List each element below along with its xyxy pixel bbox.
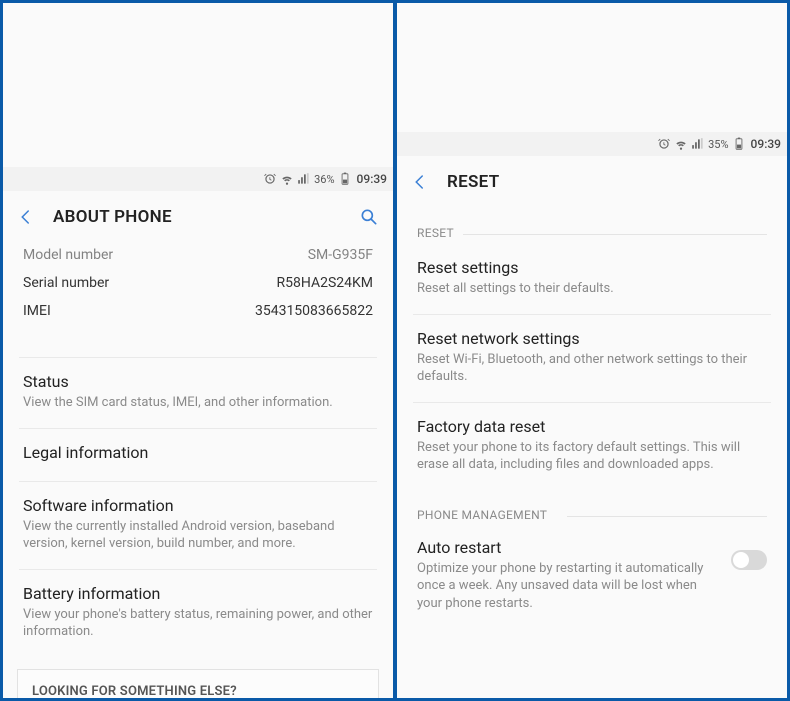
status-bar: 36% 09:39: [3, 167, 393, 191]
clock-time: 09:39: [751, 137, 781, 151]
item-auto-restart[interactable]: Auto restart Optimize your phone by rest…: [397, 526, 787, 629]
right-screen: risk 35% 09:39 RESET RESET Reset setting…: [397, 3, 787, 698]
page-title: ABOUT PHONE: [53, 207, 172, 227]
battery-icon: [732, 137, 746, 151]
alarm-icon: [263, 172, 277, 186]
item-factory-reset[interactable]: Factory data reset Reset your phone to i…: [397, 403, 787, 490]
info-row-serial: Serial number R58HA2S24KM: [3, 269, 393, 297]
signal-icon: [691, 137, 705, 151]
battery-percent: 35%: [708, 138, 728, 151]
info-row-model: Model number SM-G935F: [3, 241, 393, 269]
back-icon[interactable]: [411, 173, 429, 191]
search-icon[interactable]: [359, 207, 379, 227]
item-reset-network[interactable]: Reset network settings Reset Wi-Fi, Blue…: [397, 315, 787, 402]
item-battery[interactable]: Battery information View your phone's ba…: [3, 570, 393, 657]
battery-percent: 36%: [314, 173, 334, 186]
clock-time: 09:39: [357, 172, 387, 186]
section-phone-mgmt: PHONE MANAGEMENT: [397, 490, 787, 526]
item-legal[interactable]: Legal information: [3, 429, 393, 481]
wifi-icon: [674, 137, 688, 151]
auto-restart-toggle[interactable]: [731, 550, 767, 570]
looking-for-card: LOOKING FOR SOMETHING ELSE? RESET CONTAC…: [17, 669, 379, 698]
app-bar: ABOUT PHONE: [3, 191, 393, 243]
battery-icon: [338, 172, 352, 186]
info-row-imei: IMEI 354315083665822: [3, 297, 393, 325]
back-icon[interactable]: [17, 208, 35, 226]
item-status[interactable]: Status View the SIM card status, IMEI, a…: [3, 358, 393, 428]
item-reset-settings[interactable]: Reset settings Reset all settings to the…: [397, 244, 787, 314]
item-software[interactable]: Software information View the currently …: [3, 482, 393, 569]
status-bar: 35% 09:39: [397, 132, 787, 156]
alarm-icon: [657, 137, 671, 151]
section-reset: RESET: [397, 208, 787, 244]
signal-icon: [297, 172, 311, 186]
card-header: LOOKING FOR SOMETHING ELSE?: [32, 684, 364, 698]
wifi-icon: [280, 172, 294, 186]
left-screen: PC 36% 09:39 ABOUT PHONE Model number SM…: [3, 3, 393, 698]
app-bar: RESET: [397, 156, 787, 208]
page-title: RESET: [447, 172, 499, 192]
